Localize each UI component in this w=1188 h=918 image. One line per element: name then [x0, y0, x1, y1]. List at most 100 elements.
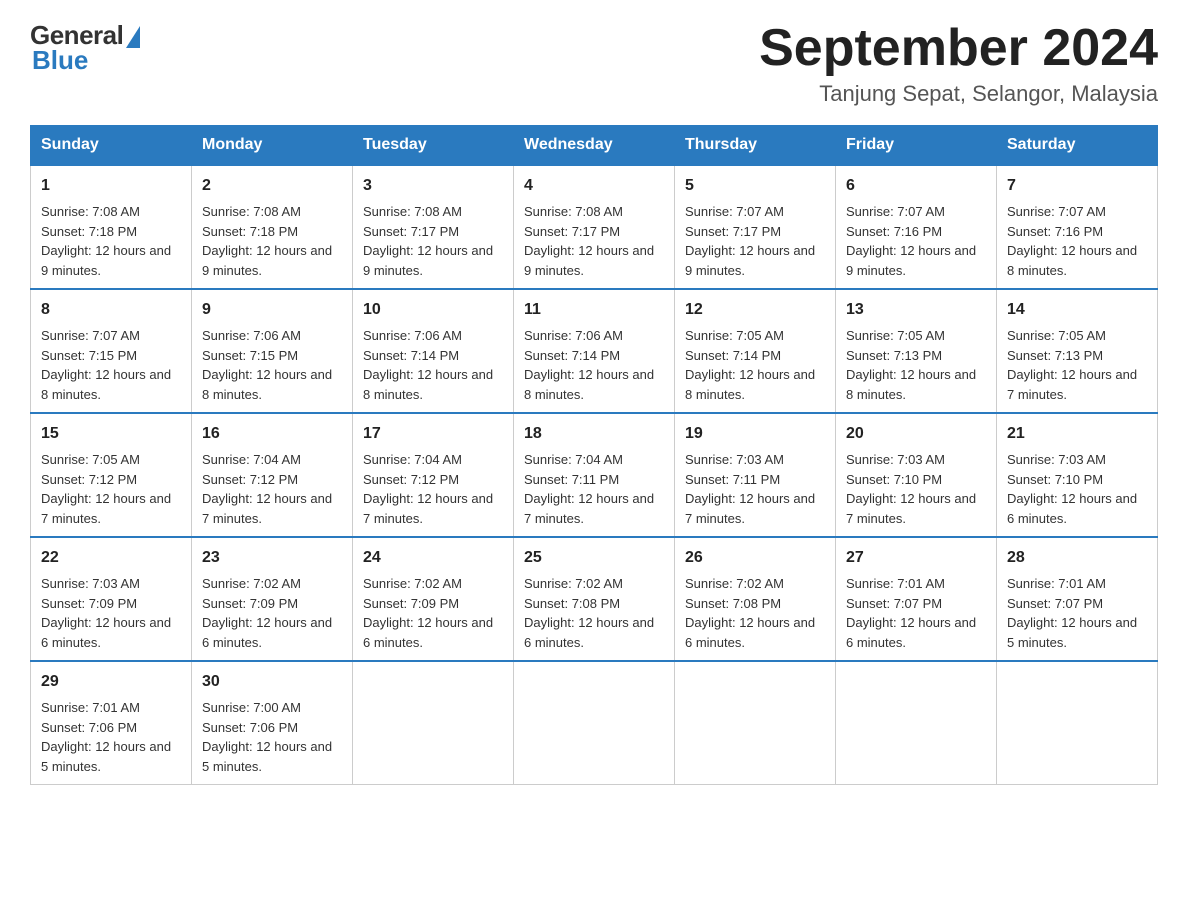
- day-number: 9: [202, 298, 342, 322]
- day-number: 8: [41, 298, 181, 322]
- calendar-cell: 14Sunrise: 7:05 AMSunset: 7:13 PMDayligh…: [997, 289, 1158, 413]
- sunrise-info: Sunrise: 7:02 AM: [202, 576, 301, 591]
- daylight-info: Daylight: 12 hours and 6 minutes.: [202, 615, 332, 650]
- sunrise-info: Sunrise: 7:03 AM: [685, 452, 784, 467]
- sunset-info: Sunset: 7:11 PM: [685, 472, 780, 487]
- daylight-info: Daylight: 12 hours and 5 minutes.: [202, 739, 332, 774]
- sunrise-info: Sunrise: 7:07 AM: [685, 204, 784, 219]
- sunset-info: Sunset: 7:17 PM: [363, 224, 459, 239]
- calendar-header-sunday: Sunday: [31, 126, 192, 166]
- daylight-info: Daylight: 12 hours and 6 minutes.: [41, 615, 171, 650]
- daylight-info: Daylight: 12 hours and 7 minutes.: [524, 491, 654, 526]
- calendar-cell: 22Sunrise: 7:03 AMSunset: 7:09 PMDayligh…: [31, 537, 192, 661]
- sunrise-info: Sunrise: 7:03 AM: [846, 452, 945, 467]
- calendar-header-row: SundayMondayTuesdayWednesdayThursdayFrid…: [31, 126, 1158, 166]
- calendar-cell: 13Sunrise: 7:05 AMSunset: 7:13 PMDayligh…: [836, 289, 997, 413]
- sunset-info: Sunset: 7:17 PM: [685, 224, 781, 239]
- location-subtitle: Tanjung Sepat, Selangor, Malaysia: [759, 81, 1158, 107]
- logo-triangle-icon: [126, 26, 140, 48]
- day-number: 27: [846, 546, 986, 570]
- page-header: General Blue September 2024 Tanjung Sepa…: [30, 20, 1158, 107]
- calendar-cell: 7Sunrise: 7:07 AMSunset: 7:16 PMDaylight…: [997, 165, 1158, 289]
- calendar-cell: 24Sunrise: 7:02 AMSunset: 7:09 PMDayligh…: [353, 537, 514, 661]
- day-number: 5: [685, 174, 825, 198]
- sunset-info: Sunset: 7:11 PM: [524, 472, 619, 487]
- day-number: 18: [524, 422, 664, 446]
- calendar-cell: 21Sunrise: 7:03 AMSunset: 7:10 PMDayligh…: [997, 413, 1158, 537]
- calendar-cell: 18 Sunrise: 7:04 AM Sunset: 7:11 PM Dayligh…: [514, 413, 675, 537]
- sunset-info: Sunset: 7:17 PM: [524, 224, 620, 239]
- sunrise-info: Sunrise: 7:01 AM: [846, 576, 945, 591]
- sunset-info: Sunset: 7:06 PM: [41, 720, 137, 735]
- day-number: 26: [685, 546, 825, 570]
- sunrise-info: Sunrise: 7:08 AM: [41, 204, 140, 219]
- daylight-info: Daylight: 12 hours and 6 minutes.: [846, 615, 976, 650]
- calendar-header-thursday: Thursday: [675, 126, 836, 166]
- sunset-info: Sunset: 7:09 PM: [202, 596, 298, 611]
- calendar-cell: 23 Sunrise: 7:02 AM Sunset: 7:09 PM Dayligh…: [192, 537, 353, 661]
- calendar-cell: 5Sunrise: 7:07 AMSunset: 7:17 PMDaylight…: [675, 165, 836, 289]
- sunrise-info: Sunrise: 7:08 AM: [524, 204, 623, 219]
- day-number: 25: [524, 546, 664, 570]
- daylight-info: Daylight: 12 hours and 7 minutes.: [846, 491, 976, 526]
- sunset-info: Sunset: 7:07 PM: [1007, 596, 1103, 611]
- daylight-info: Daylight: 12 hours and 6 minutes.: [524, 615, 654, 650]
- calendar-cell: 6Sunrise: 7:07 AMSunset: 7:16 PMDaylight…: [836, 165, 997, 289]
- day-number: 24: [363, 546, 503, 570]
- daylight-info: Daylight: 12 hours and 6 minutes.: [685, 615, 815, 650]
- sunrise-info: Sunrise: 7:06 AM: [524, 328, 623, 343]
- sunset-info: Sunset: 7:12 PM: [202, 472, 298, 487]
- calendar-cell: 9Sunrise: 7:06 AMSunset: 7:15 PMDaylight…: [192, 289, 353, 413]
- sunset-info: Sunset: 7:14 PM: [363, 348, 459, 363]
- day-number: 12: [685, 298, 825, 322]
- sunrise-info: Sunrise: 7:04 AM: [202, 452, 301, 467]
- sunset-info: Sunset: 7:15 PM: [41, 348, 137, 363]
- day-number: 29: [41, 670, 181, 694]
- daylight-info: Daylight: 12 hours and 7 minutes.: [202, 491, 332, 526]
- daylight-info: Daylight: 12 hours and 8 minutes.: [363, 367, 493, 402]
- day-number: 11: [524, 298, 664, 322]
- daylight-info: Daylight: 12 hours and 9 minutes.: [363, 243, 493, 278]
- sunrise-info: Sunrise: 7:02 AM: [524, 576, 623, 591]
- day-number: 20: [846, 422, 986, 446]
- sunset-info: Sunset: 7:08 PM: [524, 596, 620, 611]
- calendar-cell: 2Sunrise: 7:08 AMSunset: 7:18 PMDaylight…: [192, 165, 353, 289]
- sunrise-info: Sunrise: 7:04 AM: [363, 452, 462, 467]
- calendar-cell: 28Sunrise: 7:01 AMSunset: 7:07 PMDayligh…: [997, 537, 1158, 661]
- daylight-info: Daylight: 12 hours and 6 minutes.: [1007, 491, 1137, 526]
- day-number: 22: [41, 546, 181, 570]
- day-number: 17: [363, 422, 503, 446]
- calendar-cell: [353, 661, 514, 785]
- daylight-info: Daylight: 12 hours and 9 minutes.: [846, 243, 976, 278]
- day-number: 21: [1007, 422, 1147, 446]
- calendar-cell: 8Sunrise: 7:07 AMSunset: 7:15 PMDaylight…: [31, 289, 192, 413]
- day-number: 6: [846, 174, 986, 198]
- calendar-week-row: 22Sunrise: 7:03 AMSunset: 7:09 PMDayligh…: [31, 537, 1158, 661]
- sunrise-info: Sunrise: 7:04 AM: [524, 452, 623, 467]
- sunrise-info: Sunrise: 7:05 AM: [1007, 328, 1106, 343]
- daylight-info: Daylight: 12 hours and 7 minutes.: [363, 491, 493, 526]
- sunset-info: Sunset: 7:14 PM: [685, 348, 781, 363]
- sunrise-info: Sunrise: 7:05 AM: [685, 328, 784, 343]
- daylight-info: Daylight: 12 hours and 9 minutes.: [202, 243, 332, 278]
- sunset-info: Sunset: 7:18 PM: [202, 224, 298, 239]
- day-number: 4: [524, 174, 664, 198]
- sunrise-info: Sunrise: 7:05 AM: [41, 452, 140, 467]
- sunset-info: Sunset: 7:16 PM: [846, 224, 942, 239]
- sunset-info: Sunset: 7:12 PM: [41, 472, 137, 487]
- day-number: 1: [41, 174, 181, 198]
- calendar-cell: 3Sunrise: 7:08 AMSunset: 7:17 PMDaylight…: [353, 165, 514, 289]
- calendar-cell: [514, 661, 675, 785]
- sunset-info: Sunset: 7:12 PM: [363, 472, 459, 487]
- calendar-cell: 12Sunrise: 7:05 AMSunset: 7:14 PMDayligh…: [675, 289, 836, 413]
- calendar-week-row: 15Sunrise: 7:05 AMSunset: 7:12 PMDayligh…: [31, 413, 1158, 537]
- day-number: 23: [202, 546, 342, 570]
- calendar-header-tuesday: Tuesday: [353, 126, 514, 166]
- calendar-cell: 25 Sunrise: 7:02 AM Sunset: 7:08 PM Dayligh…: [514, 537, 675, 661]
- calendar-cell: 27Sunrise: 7:01 AMSunset: 7:07 PMDayligh…: [836, 537, 997, 661]
- month-title: September 2024: [759, 20, 1158, 77]
- calendar-cell: 20Sunrise: 7:03 AMSunset: 7:10 PMDayligh…: [836, 413, 997, 537]
- day-number: 16: [202, 422, 342, 446]
- calendar-week-row: 29Sunrise: 7:01 AMSunset: 7:06 PMDayligh…: [31, 661, 1158, 785]
- sunset-info: Sunset: 7:06 PM: [202, 720, 298, 735]
